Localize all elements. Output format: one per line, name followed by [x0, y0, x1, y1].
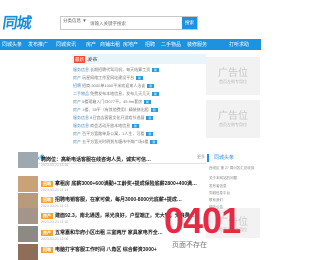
featured-tag: 最新 — [74, 56, 85, 63]
list-item[interactable]: 房产 玩星网络工作室网站建设平台新 — [73, 75, 144, 82]
news-item-title[interactable]: 房产 五常嘉和华府小区出租 三室两厅 家具家电齐全… — [41, 229, 163, 236]
news-item-title[interactable]: 招聘 电脑打字客服工作时间 八角区 综合薪资3000+ — [41, 246, 157, 253]
news-thumbnail[interactable] — [18, 176, 38, 192]
sidebar-news-item[interactable]: 西坝区 第 27 周问答汇总收到 — [209, 166, 254, 171]
news-thumbnail[interactable] — [18, 193, 38, 209]
new-badge: 新 — [150, 107, 158, 112]
list-item[interactable]: 服务信息 商会活动开放本地信息新 — [73, 123, 140, 130]
ad-label: 广告位 — [218, 68, 248, 79]
nav-item[interactable]: 房产 — [86, 41, 96, 48]
nav-item[interactable]: 发布推广 — [28, 41, 48, 48]
news-item-date: 2023-03-21 11:08 — [41, 237, 69, 241]
new-badge: 新 — [147, 83, 155, 88]
new-badge: 新 — [152, 67, 160, 72]
news-item-title[interactable]: 招聘 招聘电销客服，在家可做，每月3000-8000元底薪+提成… — [41, 196, 182, 203]
news-item-title[interactable]: 聘岗位：高新电话客服在线咨询人员，诚实可信… — [41, 156, 151, 163]
list-item[interactable]: 二手物品 免费发布本地信息，发布几天几天新 — [73, 91, 160, 98]
search-category-select[interactable]: 分类信息 ▼ — [63, 18, 87, 24]
ad-slot[interactable]: 广告位 首页左侧专用位 — [206, 100, 260, 138]
ad-caption: 首页左侧专用位 — [219, 122, 247, 127]
ad-caption: 首页左侧专用位 — [219, 79, 247, 84]
news-tag: 招聘 — [41, 196, 53, 203]
news-more-link[interactable]: 更多 — [197, 154, 205, 160]
new-badge: 新 — [132, 123, 140, 128]
list-item[interactable]: 服务信息 长期招聘代驾司机，每天结算工资新 — [73, 67, 160, 74]
list-item[interactable]: 房产 5楼现箱入门口077平，45.9m套房新 — [73, 99, 152, 106]
news-item-title[interactable]: 招聘 拿租房 底薪3000+600满勤+工龄奖+提成保险底薪2800+400满… — [41, 180, 197, 187]
new-badge: 新 — [152, 91, 160, 96]
list-item[interactable]: 服务信息 8日宫店客客文化开游戏节进展新 — [73, 115, 154, 122]
sidebar-news-title: 同城头条 — [207, 154, 260, 162]
featured-title: 发布 — [87, 57, 98, 63]
list-item[interactable]: 房产 百平方宽敞单身公寓，1人生，可看新 — [73, 131, 154, 138]
search-bar: 分类信息 ▼ 搜索 — [60, 16, 198, 30]
search-button[interactable]: 搜索 — [182, 17, 197, 29]
nav-item[interactable]: 同城头条 — [2, 41, 22, 48]
search-input[interactable] — [88, 17, 154, 29]
news-item-date: 2023-03-21 11:16 — [41, 163, 69, 167]
list-item[interactable]: 招聘 招商-5000单1000平米欢迎来人洽谈新 — [73, 83, 155, 90]
new-badge: 新 — [144, 99, 152, 104]
news-thumbnail[interactable] — [18, 152, 38, 168]
nav-item[interactable]: 招聘 — [145, 41, 155, 48]
ad-label: 广告位 — [218, 111, 248, 122]
nav-item[interactable]: 打听求助 — [229, 41, 249, 48]
site-logo[interactable]: 同城 — [1, 12, 45, 32]
new-badge: 新 — [146, 131, 154, 136]
news-tag: 招聘 — [41, 180, 53, 187]
new-badge: 新 — [146, 115, 154, 120]
nav-item[interactable]: 房地产 — [123, 41, 138, 48]
nav-item[interactable]: 二手物品 — [161, 41, 181, 48]
new-badge: 新 — [136, 75, 144, 80]
sidebar-news-item[interactable]: 同城信息平台 — [209, 191, 230, 196]
news-thumbnail[interactable] — [18, 244, 38, 260]
news-item-date: 2023-03-21 11:13 — [41, 204, 69, 208]
sidebar-news-item[interactable]: 关于本网站的问题 — [209, 176, 237, 181]
main-nav: 同城头条 发布推广 同城资讯 房产 商铺出租 房地产 招聘 二手物品 装修服务 … — [0, 39, 261, 50]
news-thumbnail[interactable] — [18, 208, 38, 224]
news-thumbnail[interactable] — [18, 226, 38, 242]
nav-item[interactable]: 装修服务 — [187, 41, 207, 48]
news-tag: 招聘 — [41, 246, 53, 253]
news-tag: 房产 — [41, 212, 53, 219]
nav-item[interactable]: 同城资讯 — [56, 41, 76, 48]
list-item[interactable]: 房产 1楼、35平（有其他费用）精装修出租新 — [73, 107, 158, 114]
ad-slot[interactable]: 广告位 首页左侧专用位 — [206, 57, 260, 95]
nav-item[interactable]: 商铺出租 — [100, 41, 120, 48]
watermark-code: 0401 — [164, 200, 241, 241]
sidebar-news-item[interactable]: 发布者信息 — [209, 184, 227, 189]
list-item[interactable]: 房产 五平方宽光时明到东塘市中海广场4楼新 — [73, 139, 158, 146]
news-item-date: 2023-03-21 11:14 — [41, 188, 69, 192]
watermark-caption: 页面不存在 — [172, 242, 207, 249]
new-badge: 新 — [150, 139, 158, 144]
news-item-date: 2023-03-21 11:10 — [41, 220, 69, 224]
news-tag: 房产 — [41, 229, 53, 236]
